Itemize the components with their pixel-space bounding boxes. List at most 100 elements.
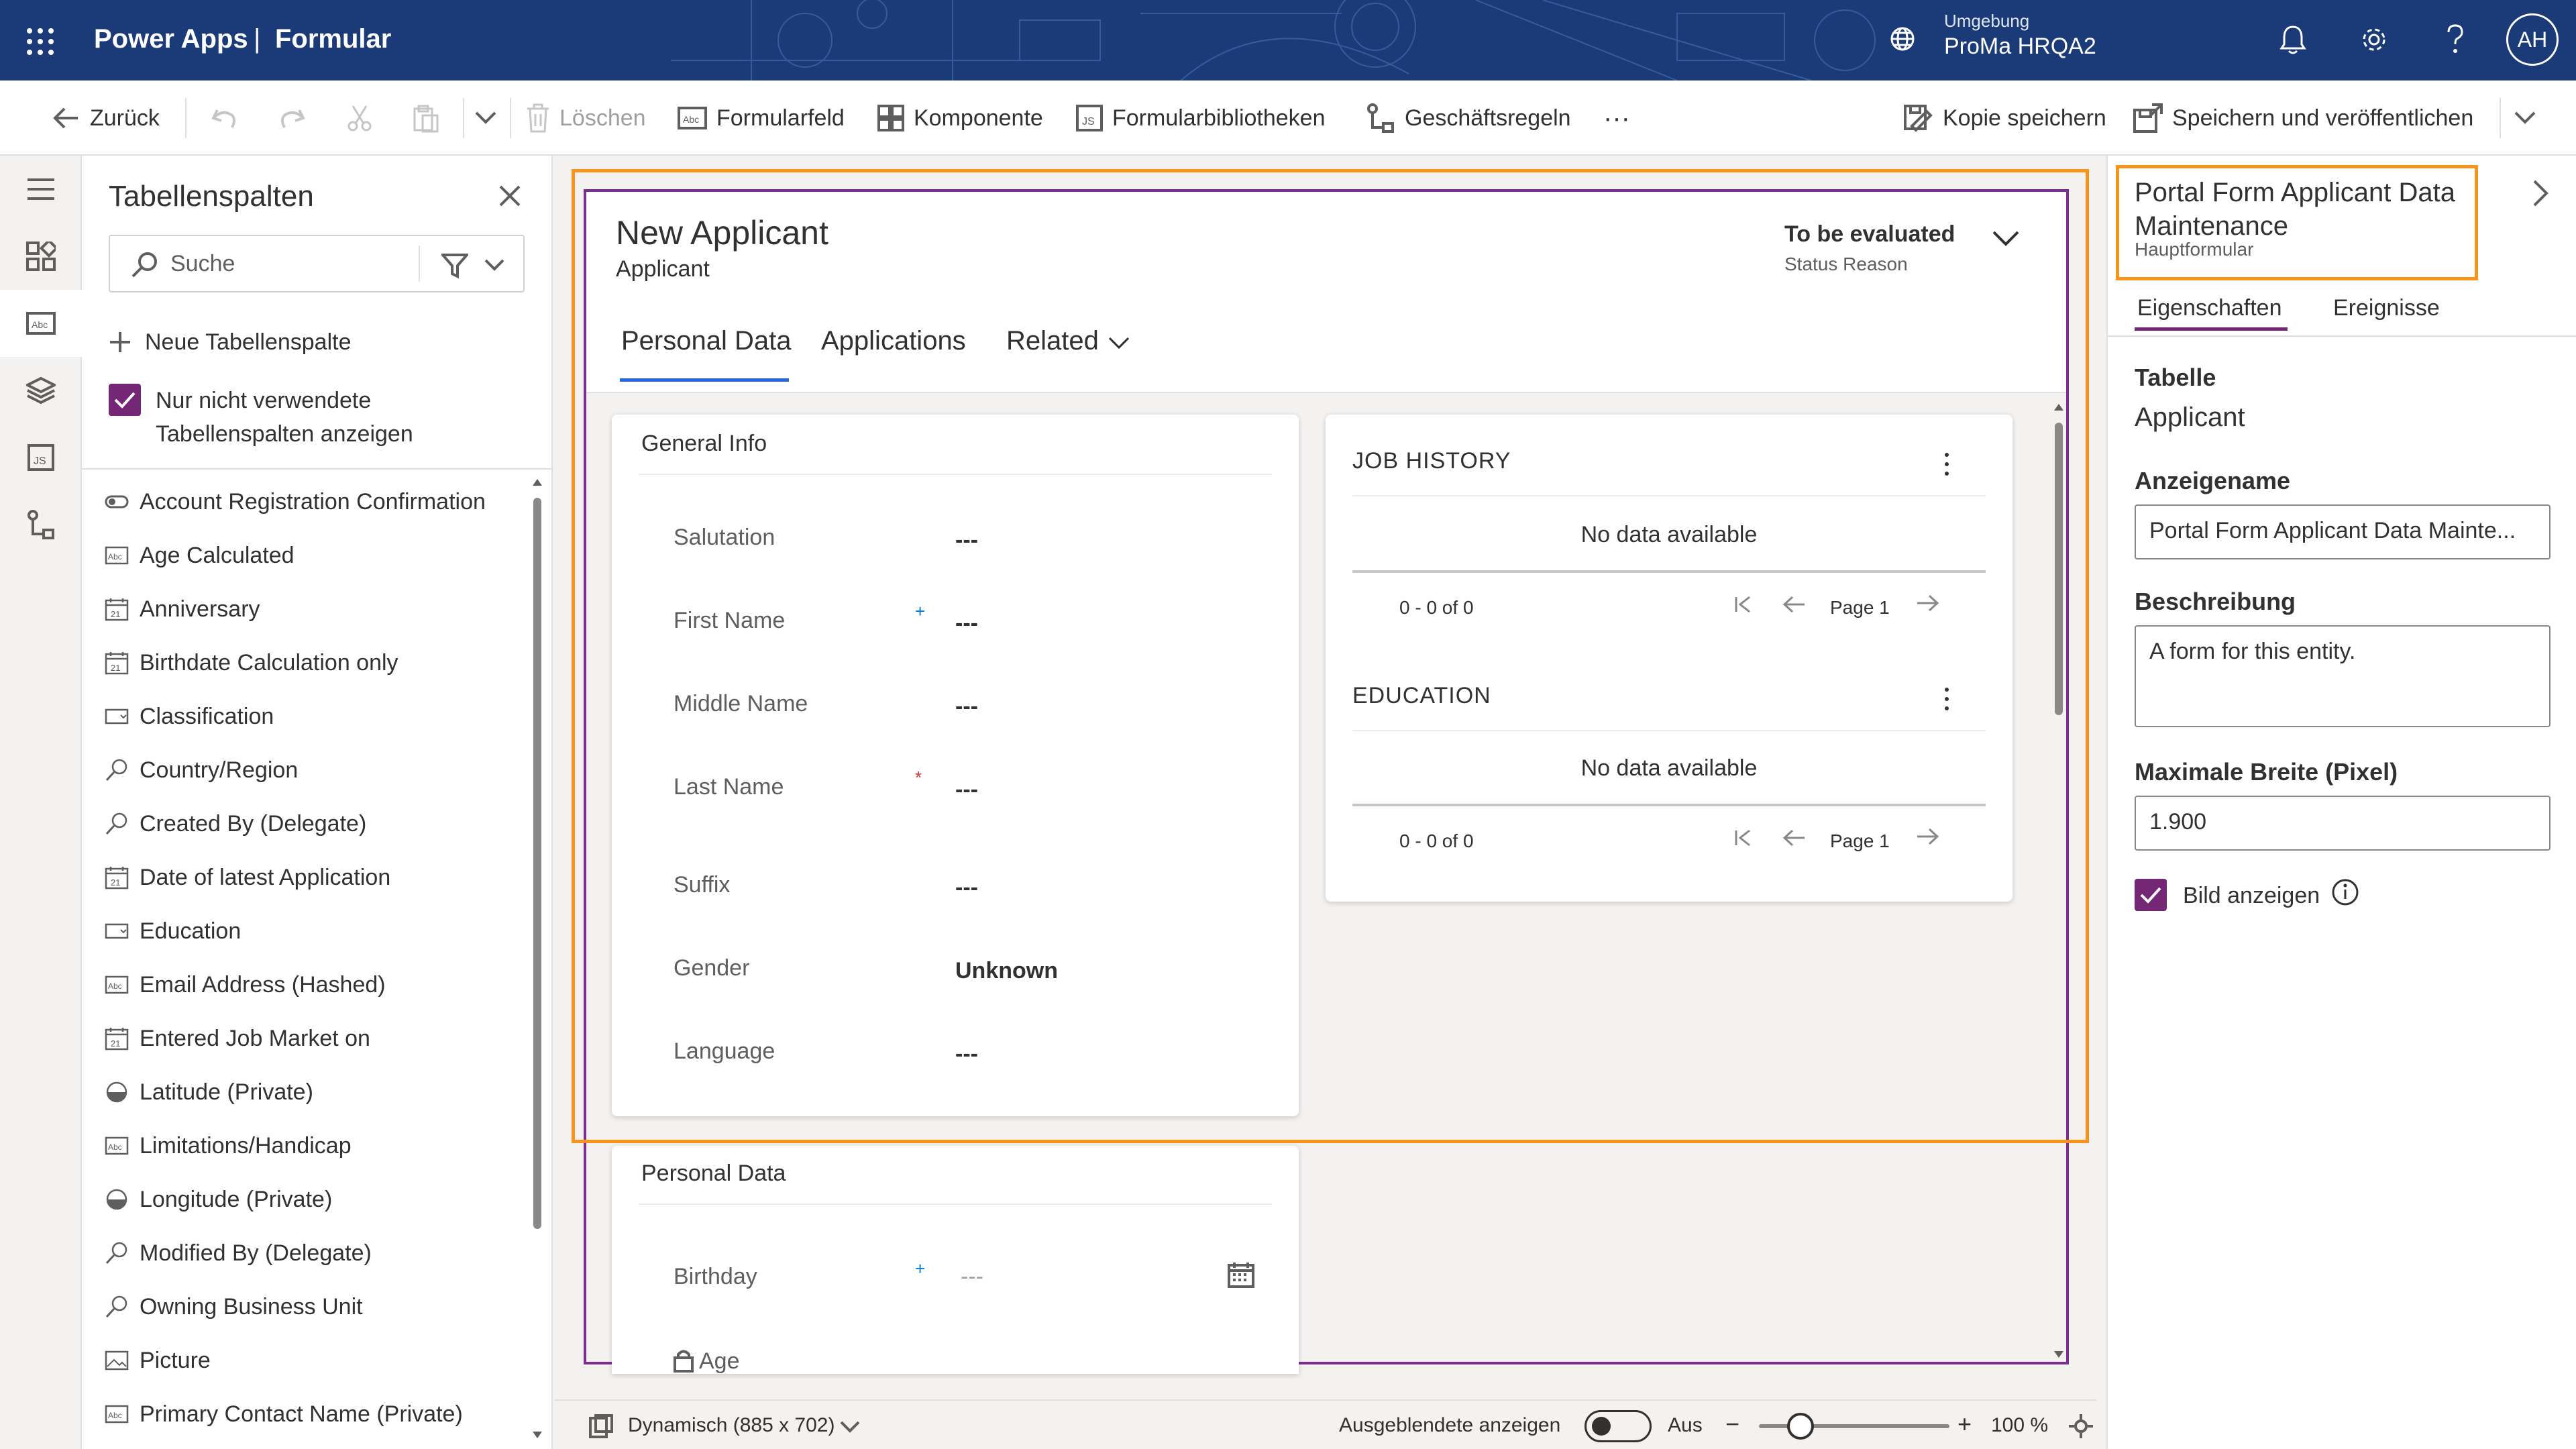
- component-button[interactable]: Komponente: [877, 80, 1043, 156]
- rail-form-libraries[interactable]: JS: [0, 424, 82, 491]
- column-list-item-label: Created By (Delegate): [140, 810, 367, 837]
- save-options-chevron[interactable]: [2513, 80, 2546, 156]
- environment-value[interactable]: ProMa HRQA2: [1944, 34, 2096, 60]
- business-rules-button[interactable]: Geschäftsregeln: [1366, 80, 1571, 156]
- save-copy-button[interactable]: Kopie speichern: [1904, 80, 2106, 156]
- column-list-item[interactable]: 21 Date of latest Application: [105, 851, 521, 904]
- column-search-input[interactable]: Suche: [109, 235, 525, 292]
- column-list-item-label: Picture: [140, 1347, 211, 1373]
- redo-button[interactable]: [278, 80, 317, 156]
- hamburger-icon: [28, 178, 54, 200]
- close-icon[interactable]: [498, 184, 522, 208]
- column-list-item[interactable]: 21 Birthdate Calculation only: [105, 636, 521, 690]
- back-button[interactable]: Zurück: [51, 80, 160, 156]
- calendar-icon: 21: [105, 651, 140, 675]
- rail-menu[interactable]: [0, 156, 82, 223]
- description-label: Beschreibung: [2135, 588, 2296, 615]
- app-name[interactable]: Power Apps: [94, 24, 248, 54]
- header-divider: |: [254, 24, 261, 54]
- column-list-item-label: Email Address (Hashed): [140, 971, 386, 998]
- undo-button[interactable]: [209, 80, 248, 156]
- component-icon: [26, 241, 56, 271]
- show-image-checkbox[interactable]: [2135, 879, 2167, 911]
- column-list-item[interactable]: Classification: [105, 690, 521, 743]
- overflow-button[interactable]: ···: [1603, 80, 1630, 156]
- lookup-icon: [105, 1241, 140, 1265]
- calendar-icon[interactable]: [1228, 1261, 1254, 1288]
- column-list-item[interactable]: Abc Limitations/Handicap: [105, 1119, 521, 1173]
- svg-text:Abc: Abc: [108, 981, 122, 991]
- user-avatar[interactable]: AH: [2506, 13, 2559, 66]
- info-icon[interactable]: [2330, 877, 2360, 907]
- settings-gear-icon[interactable]: [2359, 24, 2390, 55]
- svg-text:Abc: Abc: [108, 552, 122, 561]
- description-textarea[interactable]: A form for this entity.: [2135, 625, 2551, 727]
- new-column-button[interactable]: Neue Tabellenspalte: [109, 322, 352, 362]
- column-list-item[interactable]: Abc Email Address (Hashed): [105, 958, 521, 1012]
- properties-title: Portal Form Applicant Data Maintenance: [2135, 178, 2455, 241]
- column-list-item[interactable]: 21 Entered Job Market on: [105, 1012, 521, 1065]
- column-list-item[interactable]: Owning Business Unit: [105, 1280, 521, 1334]
- unused-only-checkbox[interactable]: [109, 384, 141, 416]
- column-list-item[interactable]: Created By (Delegate): [105, 797, 521, 851]
- waffle-icon[interactable]: [25, 27, 55, 56]
- table-columns-panel: Tabellenspalten Suche Neue Tabellenspalt…: [82, 156, 553, 1449]
- column-list-item[interactable]: 21 Anniversary: [105, 582, 521, 636]
- page-title: Formular: [275, 24, 392, 54]
- column-list-item[interactable]: Picture: [105, 1334, 521, 1387]
- fit-to-screen-icon[interactable]: [2068, 1413, 2094, 1440]
- column-list-item[interactable]: Country/Region: [105, 743, 521, 797]
- layout-size-selector[interactable]: Dynamisch (885 x 702): [628, 1414, 835, 1437]
- column-list-item[interactable]: Modified By (Delegate): [105, 1226, 521, 1280]
- calendar-icon: 21: [105, 597, 140, 621]
- zoom-out-button[interactable]: −: [1725, 1410, 1739, 1438]
- tab-properties[interactable]: Eigenschaften: [2137, 295, 2282, 321]
- notifications-icon[interactable]: [2278, 23, 2308, 56]
- column-list-item[interactable]: Longitude (Private): [105, 1173, 521, 1226]
- field-label: Age: [699, 1348, 740, 1374]
- text-field-icon: Abc: [105, 1136, 140, 1155]
- properties-panel: Portal Form Applicant Data Maintenance H…: [2106, 156, 2576, 1449]
- command-bar: Zurück Löschen Abc Formularfeld Komponen…: [0, 80, 2576, 156]
- personal-data-section[interactable]: Personal Data Birthday + --- Age: [612, 1146, 1299, 1374]
- filter-icon[interactable]: [441, 252, 468, 279]
- birthday-input[interactable]: ---: [961, 1264, 983, 1290]
- svg-text:Abc: Abc: [108, 1411, 122, 1420]
- column-list-item[interactable]: Latitude (Private): [105, 1065, 521, 1119]
- rail-table-columns[interactable]: Abc: [0, 290, 82, 357]
- search-icon: [131, 252, 157, 278]
- tab-events[interactable]: Ereignisse: [2333, 295, 2440, 321]
- environment-icon: [1890, 27, 1915, 51]
- field-label: Birthday: [674, 1264, 757, 1289]
- rail-business-rules[interactable]: [0, 491, 82, 558]
- delete-button[interactable]: Löschen: [526, 80, 646, 156]
- help-icon[interactable]: [2442, 23, 2469, 56]
- image-icon: [105, 1350, 140, 1371]
- paste-button[interactable]: [411, 80, 449, 156]
- js-library-icon: JS: [1076, 105, 1103, 131]
- chevron-down-icon[interactable]: [840, 1421, 860, 1434]
- column-list-item-label: Modified By (Delegate): [140, 1240, 372, 1266]
- max-width-input[interactable]: 1.900: [2135, 796, 2551, 851]
- svg-text:JS: JS: [34, 455, 46, 467]
- cut-button[interactable]: [346, 80, 382, 156]
- save-publish-button[interactable]: Speichern und veröffentlichen: [2133, 80, 2473, 156]
- chevron-right-icon[interactable]: [2532, 178, 2549, 208]
- more-actions-chevron[interactable]: [474, 80, 507, 156]
- column-list-item[interactable]: Education: [105, 904, 521, 958]
- column-list-item-label: Classification: [140, 703, 274, 729]
- column-list-item[interactable]: Account Registration Confirmation: [105, 475, 521, 529]
- display-name-input[interactable]: Portal Form Applicant Data Mainte...: [2135, 504, 2551, 559]
- zoom-slider-thumb[interactable]: [1787, 1413, 1814, 1440]
- column-list-item[interactable]: Abc Primary Contact Name (Private): [105, 1387, 521, 1441]
- column-list-scrollbar[interactable]: [530, 475, 545, 1441]
- chevron-down-icon[interactable]: [484, 259, 504, 272]
- form-field-button[interactable]: Abc Formularfeld: [678, 80, 845, 156]
- form-libraries-button[interactable]: JS Formularbibliotheken: [1076, 80, 1326, 156]
- rail-components[interactable]: [0, 223, 82, 290]
- zoom-in-button[interactable]: +: [1957, 1410, 1972, 1438]
- rail-tree-view[interactable]: [0, 357, 82, 424]
- table-value: Applicant: [2135, 402, 2245, 432]
- column-list-item[interactable]: Abc Age Calculated: [105, 529, 521, 582]
- show-hidden-toggle[interactable]: [1585, 1410, 1652, 1442]
